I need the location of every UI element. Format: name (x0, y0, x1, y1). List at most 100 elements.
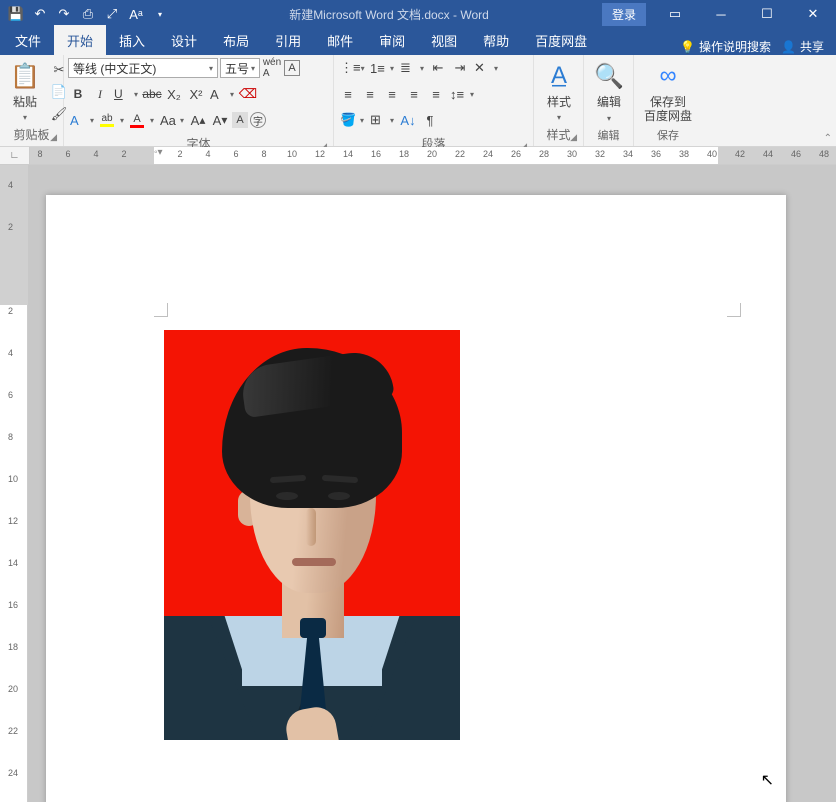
align-right-button[interactable]: ≡ (382, 84, 402, 104)
group-save-label: 保存 (638, 125, 698, 145)
ruler-v-tick: 2 (8, 222, 13, 232)
tab-baidu[interactable]: 百度网盘 (522, 25, 600, 55)
redo-icon[interactable]: ↷ (56, 6, 72, 22)
inserted-image[interactable] (164, 330, 460, 740)
ruler-h-tick: 34 (623, 149, 633, 159)
bullets-button[interactable]: ⋮≡▾ (338, 58, 366, 78)
clear-format-icon[interactable]: A▾ (208, 84, 236, 104)
margin-corner-tr (727, 303, 741, 317)
ruler-h-tick: 48 (819, 149, 829, 159)
bold-button[interactable]: B (68, 84, 88, 104)
maximize-icon[interactable]: ☐ (744, 0, 790, 28)
asian-layout-button[interactable]: ✕▾ (472, 58, 500, 78)
font-size-combo[interactable]: 五号▾ (220, 58, 260, 78)
ruler-v-tick: 16 (8, 600, 18, 610)
styles-button[interactable]: A̲样式▾ (538, 58, 580, 124)
decrease-indent-button[interactable]: ⇤ (428, 58, 448, 78)
styles-dialog-icon[interactable]: ◢ (570, 132, 577, 143)
sort-button[interactable]: A↓ (398, 110, 418, 130)
highlight-button[interactable]: ab▾ (98, 110, 126, 130)
ruler-h-tick: 28 (539, 149, 549, 159)
horizontal-ruler[interactable]: ∟ ◦▾ 86422468101214161820222426283032343… (0, 147, 836, 165)
tab-file[interactable]: 文件 (2, 25, 54, 55)
vertical-ruler[interactable]: 4224681012141618202224 (0, 165, 28, 802)
multilevel-button[interactable]: ≣▾ (398, 58, 426, 78)
window-title: 新建Microsoft Word 文档.docx - Word (176, 6, 602, 23)
underline-button[interactable]: U▾ (112, 84, 140, 104)
text-effects-button[interactable]: A▾ (68, 110, 96, 130)
tab-selector[interactable]: ∟ (0, 147, 30, 165)
undo-icon[interactable]: ↶ (32, 6, 48, 22)
font-color-button[interactable]: A▾ (128, 110, 156, 130)
lightbulb-icon: 💡 (680, 40, 695, 54)
qat-icon-3[interactable]: Aᵃ (128, 6, 144, 22)
editing-button[interactable]: 🔍编辑▾ (588, 58, 630, 125)
styles-icon: A̲ (543, 60, 575, 92)
tab-view[interactable]: 视图 (418, 25, 470, 55)
shading-button[interactable]: 🪣▾ (338, 110, 366, 130)
group-editing-label: 编辑 (588, 125, 629, 145)
change-case-button[interactable]: Aa▾ (158, 110, 186, 130)
increase-indent-button[interactable]: ⇥ (450, 58, 470, 78)
ruler-h-tick: 4 (205, 149, 210, 159)
show-marks-button[interactable]: ¶ (420, 110, 440, 130)
collapse-ribbon-icon[interactable]: ⌃ (824, 133, 832, 144)
login-button[interactable]: 登录 (602, 3, 646, 26)
save-baidu-button[interactable]: ∞保存到百度网盘 (638, 58, 698, 125)
minimize-icon[interactable]: ─ (698, 0, 744, 28)
ruler-h-tick: 22 (455, 149, 465, 159)
ruler-v-tick: 10 (8, 474, 18, 484)
phonetic-guide-icon[interactable]: wénA (262, 58, 282, 78)
grow-font-button[interactable]: A▴ (188, 110, 208, 130)
line-spacing-button[interactable]: ↕≡▾ (448, 84, 476, 104)
clear-formatting-button[interactable]: ⌫ (238, 84, 258, 104)
find-icon: 🔍 (593, 60, 625, 92)
distribute-button[interactable]: ≡ (426, 84, 446, 104)
qat-more-icon[interactable]: ▾ (152, 6, 168, 22)
document-canvas[interactable] (28, 165, 836, 802)
subscript-button[interactable]: X₂ (164, 84, 184, 104)
save-icon[interactable]: 💾 (8, 6, 24, 22)
tab-design[interactable]: 设计 (158, 25, 210, 55)
numbering-button[interactable]: 1≡▾ (368, 58, 396, 78)
tell-me-search[interactable]: 💡操作说明搜索 (680, 38, 771, 55)
ruler-h-tick: 20 (427, 149, 437, 159)
group-styles-label: 样式 (546, 128, 570, 142)
align-center-button[interactable]: ≡ (360, 84, 380, 104)
borders-button[interactable]: ⊞▾ (368, 110, 396, 130)
tab-help[interactable]: 帮助 (470, 25, 522, 55)
ruler-v-tick: 24 (8, 768, 18, 778)
ruler-h-tick: 26 (511, 149, 521, 159)
share-icon: 👤 (781, 40, 796, 54)
char-shading-button[interactable]: A (232, 112, 248, 128)
tab-mailings[interactable]: 邮件 (314, 25, 366, 55)
align-left-button[interactable]: ≡ (338, 84, 358, 104)
tab-review[interactable]: 审阅 (366, 25, 418, 55)
ruler-h-tick: 14 (343, 149, 353, 159)
strikethrough-button[interactable]: abc (142, 84, 162, 104)
ruler-h-tick: 46 (791, 149, 801, 159)
tab-references[interactable]: 引用 (262, 25, 314, 55)
ruler-v-tick: 6 (8, 390, 13, 400)
shrink-font-button[interactable]: A▾ (210, 110, 230, 130)
superscript-button[interactable]: X² (186, 84, 206, 104)
ruler-v-tick: 4 (8, 348, 13, 358)
qat-icon-1[interactable]: ⎙ (80, 6, 96, 22)
justify-button[interactable]: ≡ (404, 84, 424, 104)
qat-icon-2[interactable]: ⤢ (104, 6, 120, 22)
ribbon-display-icon[interactable]: ▭ (652, 0, 698, 28)
enclose-char-button[interactable]: 字 (250, 112, 266, 128)
page[interactable] (46, 195, 786, 802)
italic-button[interactable]: I (90, 84, 110, 104)
ruler-h-tick: 30 (567, 149, 577, 159)
tab-layout[interactable]: 布局 (210, 25, 262, 55)
font-name-combo[interactable]: 等线 (中文正文)▾ (68, 58, 218, 78)
char-border-icon[interactable]: A (284, 60, 300, 76)
paste-button[interactable]: 📋 粘贴 ▾ (4, 58, 46, 124)
share-button[interactable]: 👤共享 (781, 38, 824, 55)
close-icon[interactable]: ✕ (790, 0, 836, 28)
ruler-h-tick: 2 (121, 149, 126, 159)
tab-home[interactable]: 开始 (54, 25, 106, 55)
tab-insert[interactable]: 插入 (106, 25, 158, 55)
clipboard-dialog-icon[interactable]: ◢ (50, 132, 57, 143)
